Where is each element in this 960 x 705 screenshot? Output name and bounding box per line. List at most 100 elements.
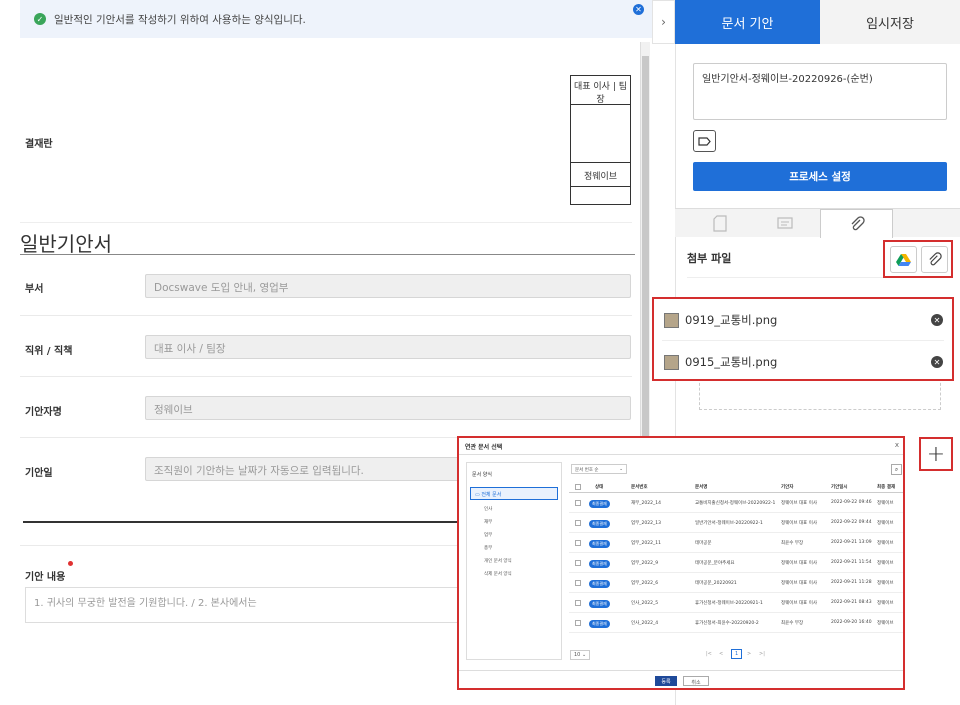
- page-last-icon[interactable]: >|: [759, 651, 765, 657]
- folder-item[interactable]: 총무: [484, 545, 492, 551]
- doc-number: 업무_2022_6: [631, 581, 659, 586]
- pagination: 10 ⌄ |< < 1 > >|: [569, 649, 903, 661]
- approval-name: 정웨이브: [571, 163, 630, 187]
- tab-attachments[interactable]: [820, 209, 893, 238]
- tag-button[interactable]: [693, 130, 716, 152]
- draft-date: 2022-09-21 11:54: [831, 560, 872, 565]
- content-editor[interactable]: 1. 귀사의 무궁한 발전을 기원합니다. / 2. 본사에서는: [25, 587, 460, 623]
- final-approver: 정웨이브: [877, 581, 894, 586]
- panel-subtabs: [675, 208, 960, 238]
- table-row[interactable]: 최종결재 인사_2022_5 휴가신청서-정웨이브-20220921-1 정웨이브 대…: [569, 593, 903, 613]
- check-icon: ✓: [34, 13, 46, 25]
- collapse-panel-icon[interactable]: ›: [652, 0, 675, 44]
- drafter: 정웨이브 대표 이사: [781, 521, 817, 526]
- notice-bar: ✓ 일반적인 기안서를 작성하기 위하여 사용하는 양식입니다. ✕: [20, 0, 652, 38]
- form-title: 일반기안서: [20, 232, 112, 256]
- doc-name: 휴가신청서-정웨이브-20220921-1: [695, 601, 763, 606]
- add-related-doc-button[interactable]: +: [919, 437, 953, 471]
- document-check-icon: [712, 215, 727, 232]
- doc-name: 휴가신청서-최윤수-20220920-2: [695, 621, 759, 626]
- attachment-item[interactable]: 0915_교통비.png ✕: [656, 343, 949, 381]
- table-row[interactable]: 최종결재 업무_2022_9 테마공문_분야추세요 정웨이브 대표 이사 2022-09…: [569, 553, 903, 573]
- row-checkbox[interactable]: [575, 520, 581, 526]
- doc-name: 일반기안서-정웨이브-20220922-1: [695, 521, 763, 526]
- status-badge: 최종결재: [589, 500, 610, 508]
- drafter: 정웨이브 대표 이사: [781, 601, 817, 606]
- page-prev-icon[interactable]: <: [719, 651, 723, 657]
- page-current[interactable]: 1: [731, 649, 743, 659]
- tab-draft-save[interactable]: 임시저장: [820, 0, 960, 44]
- folder-item[interactable]: 인사: [484, 506, 492, 512]
- position-field[interactable]: 대표 이사 / 팀장: [145, 335, 631, 359]
- doc-number: 재무_2022_14: [631, 501, 661, 506]
- search-button[interactable]: ⌕: [891, 464, 902, 475]
- draft-date: 2022-09-21 08:43: [831, 600, 872, 605]
- doc-number: 업무_2022_9: [631, 561, 659, 566]
- row-checkbox[interactable]: [575, 600, 581, 606]
- row-checkbox[interactable]: [575, 580, 581, 586]
- google-drive-button[interactable]: [890, 246, 917, 273]
- folder-item[interactable]: 삭제 문서 양식: [484, 571, 512, 577]
- paperclip-icon: [929, 252, 942, 266]
- folder-item[interactable]: 재무: [484, 519, 492, 525]
- cancel-button[interactable]: 취소: [683, 676, 709, 686]
- page-size-select[interactable]: 10 ⌄: [570, 650, 591, 660]
- doc-name: 교통비지출신청서-정웨이브-20220922-1: [695, 501, 775, 506]
- approval-label: 결재란: [25, 139, 53, 150]
- doc-table: 상태 문서번호 문서명 기안자 기안일시 최종 결재 최종결재 재무_2022_1…: [569, 481, 903, 633]
- row-checkbox[interactable]: [575, 500, 581, 506]
- row-checkbox[interactable]: [575, 540, 581, 546]
- folder-item[interactable]: 개인 문서 양식: [484, 558, 512, 564]
- draft-date-label: 기안일: [25, 468, 53, 479]
- row-checkbox[interactable]: [575, 560, 581, 566]
- status-badge: 최종결재: [589, 520, 610, 528]
- modal-close-icon[interactable]: x: [895, 441, 899, 449]
- table-header: 상태 문서번호 문서명 기안자 기안일시 최종 결재: [569, 481, 903, 493]
- select-all-checkbox[interactable]: [575, 484, 581, 490]
- required-dot: [68, 561, 73, 566]
- folder-all-docs[interactable]: ▭ 전체 문서: [470, 487, 558, 500]
- doc-name-input[interactable]: 일반기안서-정웨이브-20220926-(순번): [693, 63, 947, 120]
- approval-date-area: [571, 187, 630, 204]
- attach-source-buttons: [883, 240, 953, 278]
- table-row[interactable]: 최종결재 업무_2022_11 테마공문 최윤수 부장 2022-09-21 13:09…: [569, 533, 903, 553]
- draft-date: 2022-09-21 11:28: [831, 580, 872, 585]
- table-row[interactable]: 최종결재 재무_2022_14 교통비지출신청서-정웨이브-20220922-1 정웨…: [569, 493, 903, 513]
- local-file-button[interactable]: [921, 246, 948, 273]
- modal-footer: 등록 취소: [459, 670, 903, 690]
- drafter: 정웨이브 대표 이사: [781, 581, 817, 586]
- sort-select[interactable]: 문서 번호 순 ⌄: [571, 464, 627, 474]
- tab-comments[interactable]: [748, 209, 821, 238]
- page-next-icon[interactable]: >: [747, 651, 751, 657]
- doc-number: 인사_2022_4: [631, 621, 659, 626]
- remove-file-icon[interactable]: ✕: [931, 356, 943, 368]
- final-approver: 정웨이브: [877, 561, 894, 566]
- tab-submit[interactable]: 문서 기안: [675, 0, 820, 44]
- remove-file-icon[interactable]: ✕: [931, 314, 943, 326]
- doc-number: 인사_2022_5: [631, 601, 659, 606]
- tab-document[interactable]: [683, 209, 756, 238]
- search-icon: ⌕: [894, 465, 899, 473]
- draft-date: 2022-09-22 09:44: [831, 520, 872, 525]
- dept-field[interactable]: Docswave 도입 안내, 영업부: [145, 274, 631, 298]
- approval-box: 대표 이사 | 팀장 정웨이브: [570, 75, 631, 205]
- drop-zone[interactable]: [699, 378, 941, 410]
- row-checkbox[interactable]: [575, 620, 581, 626]
- drafter-field[interactable]: 정웨이브: [145, 396, 631, 420]
- attachment-item[interactable]: 0919_교통비.png ✕: [656, 301, 949, 339]
- page-first-icon[interactable]: |<: [706, 651, 712, 657]
- form-scrollbar[interactable]: [640, 42, 650, 442]
- table-row[interactable]: 최종결재 업무_2022_6 테마공문_20220921 정웨이브 대표 이사 2022…: [569, 573, 903, 593]
- close-notice-icon[interactable]: ✕: [633, 4, 644, 15]
- doc-name: 테마공문: [695, 541, 712, 546]
- table-row[interactable]: 최종결재 업무_2022_13 일반기안서-정웨이브-20220922-1 정웨이브 …: [569, 513, 903, 533]
- process-settings-button[interactable]: 프로세스 설정: [693, 162, 947, 191]
- folder-item[interactable]: 업무: [484, 532, 492, 538]
- sidebar-title: 문서 양식: [472, 472, 492, 478]
- chevron-down-icon: ⌄: [619, 467, 623, 472]
- table-row[interactable]: 최종결재 인사_2022_4 휴가신청서-최윤수-20220920-2 최윤수 부장 2…: [569, 613, 903, 633]
- status-badge: 최종결재: [589, 620, 610, 628]
- register-button[interactable]: 등록: [655, 676, 677, 686]
- drafter: 정웨이브 대표 이사: [781, 561, 817, 566]
- approval-sign-area: [571, 105, 630, 163]
